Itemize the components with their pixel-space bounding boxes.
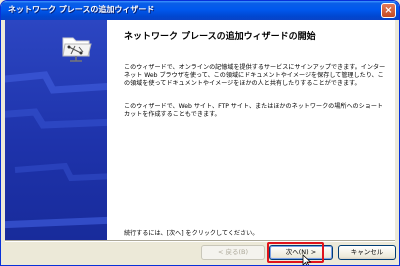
title-bar[interactable]: ネットワーク プレースの追加ウィザード × — [1, 1, 399, 20]
close-button[interactable]: × — [381, 3, 396, 18]
footer-separator — [5, 240, 395, 242]
mouse-pointer-icon — [302, 254, 312, 265]
wizard-content: ネットワーク プレースの追加ウィザードの開始 このウィザードで、オンラインの記憶… — [5, 20, 395, 240]
back-button[interactable]: < 戻る(B) — [201, 245, 265, 260]
cancel-button[interactable]: キャンセル — [338, 245, 396, 260]
next-button-highlight — [267, 242, 324, 263]
network-folder-icon — [62, 37, 92, 62]
intro-paragraph: このウィザードで、オンラインの記憶域を提供するサービスにサインアップできます。イ… — [124, 64, 386, 88]
window-title: ネットワーク プレースの追加ウィザード — [8, 5, 155, 14]
wizard-window: ネットワーク プレースの追加ウィザード × ネットワーク プレースの追加ウィザー… — [0, 0, 400, 266]
continue-instruction: 続行するには、[次へ] をクリックしてください。 — [124, 230, 259, 237]
page-heading: ネットワーク プレースの追加ウィザードの開始 — [124, 32, 316, 42]
shortcut-paragraph: このウィザードで、Web サイト、FTP サイト、またはほかのネットワークの場所… — [124, 103, 384, 119]
wizard-banner — [5, 20, 107, 240]
